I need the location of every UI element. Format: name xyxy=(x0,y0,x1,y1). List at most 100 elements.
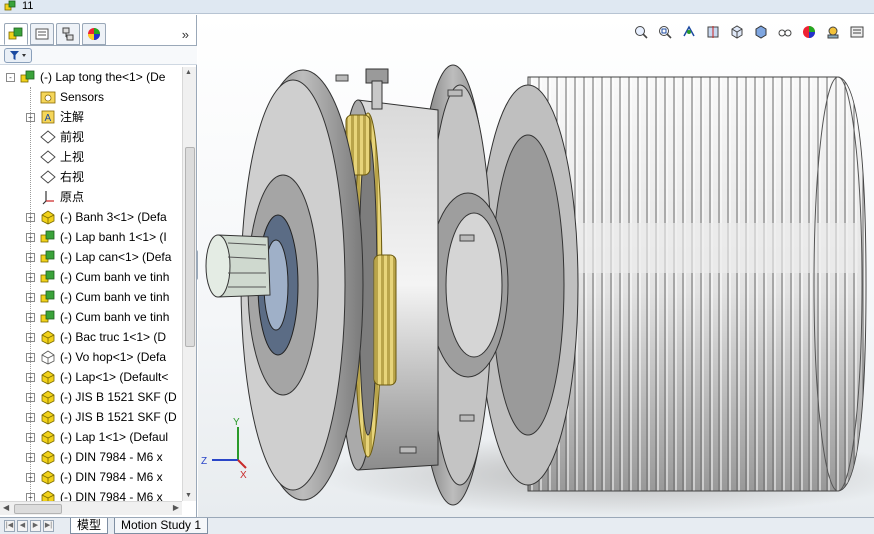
tree-item[interactable]: + (-) DIN 7984 - M6 x xyxy=(0,447,182,467)
scroll-left-icon[interactable]: ◀ xyxy=(3,503,9,512)
part-icon xyxy=(41,390,55,405)
part-hidden-icon xyxy=(41,350,55,365)
tree-item-label: (-) Vo hop<1> (Defa xyxy=(60,350,167,364)
tree-item[interactable]: 上视 xyxy=(0,147,182,167)
tree-horizontal-scrollbar[interactable]: ◀ ▶ xyxy=(0,501,182,515)
tree-item[interactable]: + (-) Cum banh ve tinh xyxy=(0,287,182,307)
next-tab-icon[interactable]: ▶ xyxy=(30,520,41,532)
graphics-area[interactable]: Y Z X xyxy=(198,15,874,517)
tree-item[interactable]: + (-) Cum banh ve tinh xyxy=(0,267,182,287)
tree-item[interactable]: + (-) Bac truc 1<1> (D xyxy=(0,327,182,347)
motor-housing[interactable] xyxy=(477,76,867,492)
assembly-icon xyxy=(40,230,55,243)
triad-y-label: Y xyxy=(233,417,240,428)
filter-button[interactable] xyxy=(4,48,32,63)
tree-guide-line xyxy=(30,87,31,501)
tree-item-label: Sensors xyxy=(60,90,105,104)
tree-item[interactable]: 前视 xyxy=(0,127,182,147)
scroll-right-icon[interactable]: ▶ xyxy=(173,503,179,512)
last-tab-icon[interactable]: ▶| xyxy=(43,520,54,532)
tree-item-label: 前视 xyxy=(60,130,85,144)
tab-model[interactable]: 模型 xyxy=(70,518,109,534)
tree-item[interactable]: - (-) Lap tong the<1> (De xyxy=(0,67,182,87)
tree-item[interactable]: + (-) Cum banh ve tinh xyxy=(0,307,182,327)
plane-icon xyxy=(40,130,56,144)
tree-item-label: (-) Lap tong the<1> (De xyxy=(40,70,166,84)
tree-item-label: (-) Lap<1> (Default< xyxy=(60,370,169,384)
tab-motion-study[interactable]: Motion Study 1 xyxy=(114,518,209,534)
tree-item-label: (-) Bac truc 1<1> (D xyxy=(60,330,167,344)
tree-item[interactable]: + (-) DIN 7984 - M6 x xyxy=(0,487,182,501)
tree-item-label: 右视 xyxy=(60,170,85,184)
part-icon xyxy=(41,450,55,465)
tree-item-label: (-) DIN 7984 - M6 x xyxy=(60,470,163,484)
tree-item-label: (-) Cum banh ve tinh xyxy=(60,270,170,284)
collapse-icon[interactable]: - xyxy=(6,73,15,82)
feature-tree: - (-) Lap tong the<1> (De Sensors + A 注解 前视 上视右… xyxy=(0,67,182,501)
tree-item-label: (-) Lap 1<1> (Defaul xyxy=(60,430,169,444)
feature-manager-panel: » - (-) Lap tong the<1> (De Sensors + A 注解 前视上… xyxy=(0,15,197,517)
tree-item-label: (-) Banh 3<1> (Defa xyxy=(60,210,167,224)
assembly-icon xyxy=(40,270,55,283)
tree-item[interactable]: Sensors xyxy=(0,87,182,107)
part-icon xyxy=(41,370,55,385)
more-tabs-button[interactable]: » xyxy=(182,27,189,42)
part-icon xyxy=(41,470,55,485)
display-manager-tab[interactable] xyxy=(82,23,106,45)
appearance-icon xyxy=(88,28,100,40)
assembly-icon xyxy=(20,70,35,83)
tree-item[interactable]: + (-) JIS B 1521 SKF (D xyxy=(0,387,182,407)
tree-item[interactable]: + (-) JIS B 1521 SKF (D xyxy=(0,407,182,427)
first-tab-icon[interactable]: |◀ xyxy=(4,520,15,532)
part-icon xyxy=(41,430,55,445)
tree-item-label: (-) Cum banh ve tinh xyxy=(60,290,170,304)
tree-item-label: 注解 xyxy=(60,110,85,124)
tree-item-label: 上视 xyxy=(60,150,85,164)
tree-item-label: (-) JIS B 1521 SKF (D xyxy=(60,410,177,424)
configuration-manager-tab[interactable] xyxy=(56,23,80,45)
sensor-folder-icon xyxy=(40,91,56,104)
assembly-icon xyxy=(4,0,16,11)
bottom-tab-bar: |◀ ◀ ▶ ▶| 模型 Motion Study 1 xyxy=(0,517,874,534)
tree-item[interactable]: + (-) Lap can<1> (Defa xyxy=(0,247,182,267)
tree-item[interactable]: + (-) Banh 3<1> (Defa xyxy=(0,207,182,227)
plane-icon xyxy=(40,150,56,164)
prev-tab-icon[interactable]: ◀ xyxy=(17,520,28,532)
origin-icon xyxy=(42,191,54,205)
tree-item-label: (-) JIS B 1521 SKF (D xyxy=(60,390,177,404)
part-icon xyxy=(41,490,55,501)
tree-item[interactable]: + (-) Vo hop<1> (Defa xyxy=(0,347,182,367)
tree-item[interactable]: + (-) Lap 1<1> (Defaul xyxy=(0,427,182,447)
tree-item[interactable]: + (-) DIN 7984 - M6 x xyxy=(0,467,182,487)
scroll-thumb[interactable] xyxy=(185,147,195,347)
input-shaft[interactable] xyxy=(205,234,271,298)
tree-item-label: (-) Cum banh ve tinh xyxy=(60,310,170,324)
tree-item-label: (-) Lap banh 1<1> (I xyxy=(60,230,167,244)
part-icon xyxy=(41,210,55,225)
assembly-icon xyxy=(40,290,55,303)
tree-item[interactable]: + (-) Lap banh 1<1> (I xyxy=(0,227,182,247)
document-title: 11 xyxy=(22,0,34,12)
part-icon xyxy=(41,410,55,425)
tree-item[interactable]: 原点 xyxy=(0,187,182,207)
property-manager-tab[interactable] xyxy=(30,23,54,45)
scroll-down-icon[interactable]: ▼ xyxy=(185,492,192,499)
panel-tabs: » xyxy=(0,21,197,45)
configuration-icon xyxy=(62,27,74,41)
model-view[interactable]: Y Z X xyxy=(198,15,874,517)
svg-text:A: A xyxy=(45,113,52,124)
feature-tree-icon xyxy=(8,27,23,40)
orientation-triad: Y Z X xyxy=(201,417,247,481)
tree-item[interactable]: 右视 xyxy=(0,167,182,187)
triad-x-label: X xyxy=(240,470,247,481)
tree-vertical-scrollbar[interactable]: ▲ ▼ xyxy=(182,67,196,501)
property-icon xyxy=(35,28,49,40)
feature-manager-tab[interactable] xyxy=(4,23,28,45)
scroll-thumb-horizontal[interactable] xyxy=(14,504,62,514)
annotation-icon: A xyxy=(41,110,55,124)
planet-gear[interactable] xyxy=(373,254,397,386)
tree-item[interactable]: + A 注解 xyxy=(0,107,182,127)
tree-item[interactable]: + (-) Lap<1> (Default< xyxy=(0,367,182,387)
assembly-icon xyxy=(40,250,55,263)
scroll-up-icon[interactable]: ▲ xyxy=(185,69,192,76)
